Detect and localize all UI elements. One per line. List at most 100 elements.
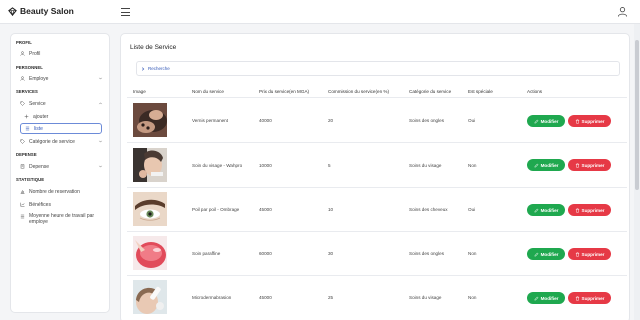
edit-label: Modifier <box>540 162 559 168</box>
receipt-icon <box>20 164 25 169</box>
pencil-icon <box>534 252 538 257</box>
sidebar-item-label: Bénéfices <box>29 201 51 208</box>
pencil-icon <box>534 163 538 168</box>
delete-label: Supprimer <box>581 207 605 213</box>
sidebar-item-moyenne-heure[interactable]: Moyenne heure de travail par employe <box>16 213 107 229</box>
column-header-prix: Prix du service(en MGA) <box>259 89 310 94</box>
sidebar-item-label: Depense <box>29 163 50 170</box>
cell-nom: Soin du visage - Wahpro <box>192 163 243 168</box>
cell-commission: 10 <box>328 207 334 212</box>
chevron-down-icon <box>99 140 102 143</box>
service-list-card: Liste de Service <box>120 33 630 320</box>
chevron-down-icon <box>99 165 102 168</box>
row-divider <box>127 142 627 143</box>
chevron-down-icon <box>99 77 102 80</box>
tag-icon <box>20 101 25 106</box>
page-title: Liste de Service <box>130 44 177 51</box>
chevron-right-icon <box>142 67 145 71</box>
tag-icon <box>20 139 25 144</box>
sidebar-item-profil[interactable]: Profil <box>16 48 107 59</box>
delete-button[interactable]: Supprimer <box>568 248 611 260</box>
sidebar-item-depense[interactable]: Depense <box>16 161 107 172</box>
sidebar-item-benefices[interactable]: Bénéfices <box>16 199 107 210</box>
sidebar-item-label: Catégorie de service <box>29 138 75 145</box>
trash-icon <box>575 295 579 301</box>
column-header-actions: Actions <box>527 89 543 94</box>
service-image <box>133 148 167 182</box>
sidebar-item-liste[interactable]: liste <box>20 123 102 134</box>
user-icon <box>20 51 25 56</box>
scrollbar-thumb[interactable] <box>635 40 639 190</box>
service-image <box>133 280 167 314</box>
trash-icon <box>575 207 579 213</box>
user-icon <box>20 76 25 81</box>
section-personnel-title: PERSONNEL <box>16 65 43 70</box>
delete-label: Supprimer <box>581 162 605 168</box>
cell-speciale: Non <box>468 251 477 256</box>
sidebar-item-categorie[interactable]: Catégorie de service <box>16 136 107 147</box>
cell-nom: Soin paraffine <box>192 251 221 256</box>
edit-button[interactable]: Modifier <box>527 292 565 304</box>
pencil-icon <box>534 296 538 301</box>
sidebar-item-label: Employe <box>29 75 49 82</box>
cell-speciale: Non <box>468 295 477 300</box>
trash-icon <box>575 162 579 168</box>
label-line-2: employe <box>29 219 48 225</box>
cell-prix: 45000 <box>259 207 272 212</box>
pencil-icon <box>534 208 538 213</box>
row-divider <box>127 275 627 276</box>
sidebar-item-label: liste <box>34 125 43 132</box>
cell-commission: 25 <box>328 295 334 300</box>
column-header-categorie: Catégorie du service <box>409 89 452 94</box>
cell-commission: 5 <box>328 163 331 168</box>
sidebar-item-label: Profil <box>29 50 41 57</box>
cell-commission: 20 <box>328 118 334 123</box>
sidebar-item-ajouter[interactable]: ajouter <box>20 111 106 122</box>
delete-label: Supprimer <box>581 118 605 124</box>
app-title: Beauty Salon <box>20 6 74 16</box>
delete-button[interactable]: Supprimer <box>568 292 611 304</box>
section-statistique-title: STATISTIQUE <box>16 177 45 182</box>
delete-button[interactable]: Supprimer <box>568 159 611 171</box>
cell-categorie: Soins du visage <box>409 163 442 168</box>
delete-button[interactable]: Supprimer <box>568 204 611 216</box>
edit-label: Modifier <box>540 118 559 124</box>
column-header-image: Image <box>133 89 146 94</box>
cell-speciale: Non <box>468 163 477 168</box>
sidebar-item-service[interactable]: Service <box>16 98 107 109</box>
edit-button[interactable]: Modifier <box>527 204 565 216</box>
cell-nom: Poil par poil - Ombrage <box>192 207 240 212</box>
edit-button[interactable]: Modifier <box>527 248 565 260</box>
cell-commission: 30 <box>328 251 334 256</box>
chevron-up-icon <box>99 102 102 105</box>
header-divider <box>127 97 627 98</box>
sidebar-item-label: Nombre de reservation <box>29 188 80 195</box>
cell-speciale: Oui <box>468 118 476 123</box>
trash-icon <box>575 118 579 124</box>
line-chart-icon <box>20 202 25 207</box>
menu-toggle-button[interactable] <box>121 8 130 16</box>
user-icon[interactable] <box>617 6 628 17</box>
edit-label: Modifier <box>540 295 559 301</box>
sidebar-item-nombre-reservation[interactable]: Nombre de reservation <box>16 186 107 197</box>
search-toggle[interactable]: Recherche <box>136 61 620 76</box>
search-label: Recherche <box>148 66 170 71</box>
plus-icon <box>24 114 29 119</box>
list-icon <box>20 214 25 219</box>
edit-button[interactable]: Modifier <box>527 115 565 127</box>
row-divider <box>127 231 627 232</box>
edit-label: Modifier <box>540 251 559 257</box>
column-header-nom: Nom du service <box>192 89 224 94</box>
bar-chart-icon <box>20 190 25 194</box>
section-depense-title: DEPENSE <box>16 152 37 157</box>
cell-nom: Vernis permanent <box>192 118 229 123</box>
delete-button[interactable]: Supprimer <box>568 115 611 127</box>
sidebar-item-label: ajouter <box>33 113 49 120</box>
service-image <box>133 236 167 270</box>
cell-prix: 60000 <box>259 251 272 256</box>
cell-prix: 45000 <box>259 295 272 300</box>
edit-button[interactable]: Modifier <box>527 159 565 171</box>
cell-categorie: Soins des cheveux <box>409 207 448 212</box>
sidebar-item-label: Service <box>29 100 46 107</box>
sidebar-item-employe[interactable]: Employe <box>16 73 107 84</box>
